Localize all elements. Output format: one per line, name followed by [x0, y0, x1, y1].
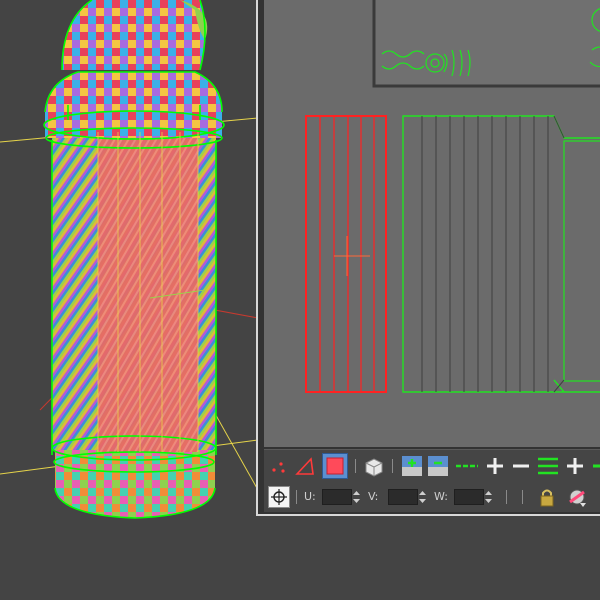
plus-icon-2[interactable] — [564, 455, 586, 477]
face-select-icon[interactable] — [322, 453, 348, 479]
ring-icon[interactable] — [536, 454, 560, 478]
loop-icon[interactable] — [454, 456, 480, 476]
vertex-select-icon[interactable] — [268, 456, 288, 476]
grow-icon[interactable] — [400, 454, 424, 478]
bottle-model[interactable] — [43, 0, 225, 519]
eye-dropper-icon[interactable] — [564, 486, 590, 508]
element-select-icon[interactable] — [362, 455, 386, 477]
w-field[interactable] — [454, 489, 484, 505]
w-label: W: — [434, 490, 448, 503]
u-spinner[interactable] — [352, 489, 361, 505]
u-field[interactable] — [322, 489, 352, 505]
v-spinner[interactable] — [418, 489, 427, 505]
uv-selection-toolbar — [264, 449, 600, 482]
shrink-icon[interactable] — [426, 454, 450, 478]
v-label: V: — [368, 490, 379, 503]
lock-icon[interactable] — [538, 486, 556, 508]
uv-editor-window[interactable]: U: V: W: — [256, 0, 600, 516]
w-spinner[interactable] — [484, 489, 493, 505]
minus-icon-2[interactable] — [590, 455, 600, 477]
edge-select-icon[interactable] — [294, 455, 316, 477]
uv-island-top[interactable] — [372, 0, 600, 88]
uv-coordinates-toolbar: U: V: W: — [264, 481, 600, 512]
uv-canvas[interactable] — [264, 0, 600, 447]
minus-icon[interactable] — [510, 455, 532, 477]
transform-mode-icon[interactable] — [268, 486, 290, 508]
plus-icon[interactable] — [484, 455, 506, 477]
v-field[interactable] — [388, 489, 418, 505]
u-label: U: — [304, 490, 316, 503]
